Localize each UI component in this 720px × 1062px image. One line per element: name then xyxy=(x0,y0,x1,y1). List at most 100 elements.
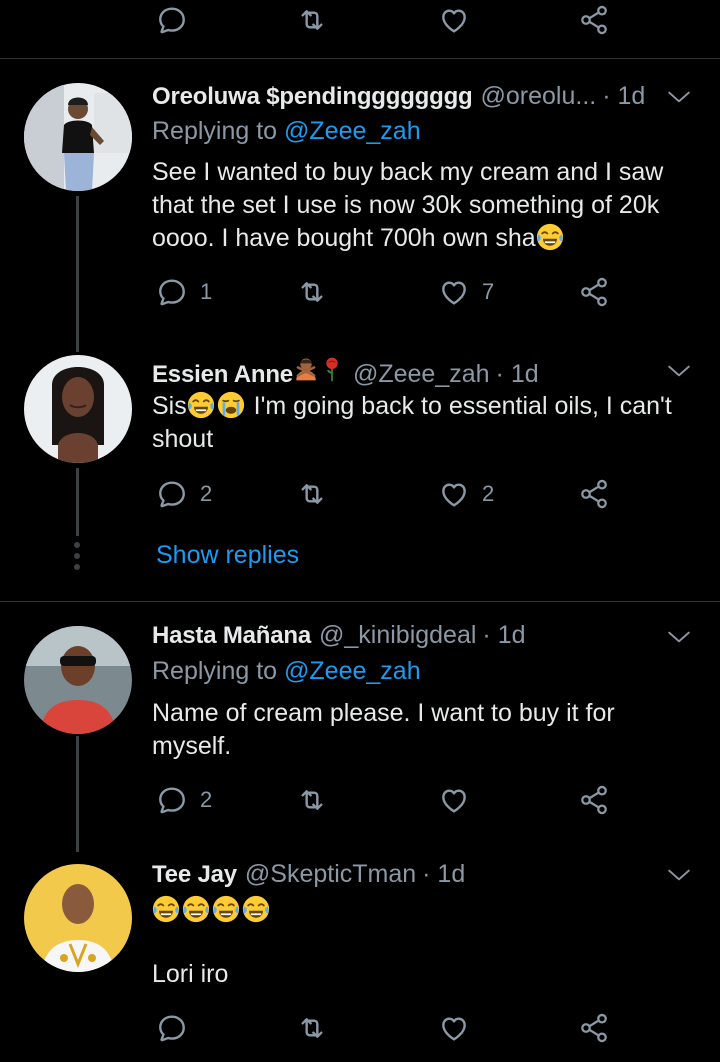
handle[interactable]: @oreolu... xyxy=(481,82,597,111)
tweet-text-line: that the set I use is now 30k something … xyxy=(152,191,660,219)
tweet-text: Name of cream please. I want to buy it f… xyxy=(152,697,680,763)
tweet-text-line: oooo. I have bought 700h own sha xyxy=(152,222,680,255)
tweet-header: Tee Jay @SkepticTman · 1d xyxy=(152,860,660,889)
tweet-text-line: Name of cream please. I want to buy it f… xyxy=(152,699,615,727)
share-icon xyxy=(578,276,610,308)
share-button[interactable] xyxy=(578,0,610,40)
loudly-crying-face-icon xyxy=(217,391,245,419)
tweet-text: Lori iro xyxy=(152,960,229,988)
face-with-tears-of-joy-icon xyxy=(182,895,210,923)
like-icon xyxy=(438,478,470,510)
handle[interactable]: @SkepticTman xyxy=(245,860,416,889)
thread-line xyxy=(76,468,79,536)
handle[interactable]: @Zeee_zah xyxy=(353,360,490,389)
reply-icon xyxy=(156,4,188,36)
share-icon xyxy=(578,4,610,36)
tweet-actions: 1 7 xyxy=(152,272,622,312)
mention-link[interactable]: @Zeee_zah xyxy=(284,657,421,685)
tweet-text: See I wanted to buy back my cream and I … xyxy=(152,156,680,255)
retweet-button[interactable] xyxy=(296,1008,328,1048)
like-icon xyxy=(438,276,470,308)
like-button[interactable]: 7 xyxy=(438,272,494,312)
top-action-bar xyxy=(152,0,622,40)
show-replies-link[interactable]: Show replies xyxy=(156,541,299,570)
tweet-text: Sis I'm going back to essential oils, I … xyxy=(152,390,680,456)
chevron-down-icon[interactable] xyxy=(666,84,692,110)
emoji-row xyxy=(152,894,680,927)
retweet-button[interactable] xyxy=(296,474,328,514)
face-with-tears-of-joy-icon xyxy=(536,223,564,251)
timestamp[interactable]: · 1d xyxy=(602,82,645,111)
like-icon xyxy=(438,4,470,36)
like-button[interactable] xyxy=(438,780,470,820)
person-gesturing-no-icon xyxy=(293,356,319,382)
thread-dots xyxy=(72,542,82,575)
replying-to: Replying to @Zeee_zah xyxy=(152,657,421,686)
like-count: 7 xyxy=(482,279,495,304)
retweet-button[interactable] xyxy=(296,780,328,820)
tweet-header: Oreoluwa $pendingggggggg @oreolu... · 1d xyxy=(152,82,660,111)
display-name[interactable]: Hasta Mañana xyxy=(152,622,311,650)
face-with-tears-of-joy-icon xyxy=(242,895,270,923)
share-button[interactable] xyxy=(578,272,610,312)
like-icon xyxy=(438,784,470,816)
tweet-header: Essien Anne @Zeee_zah · 1d xyxy=(152,356,660,389)
tweet-text-line: shout xyxy=(152,425,214,453)
replying-prefix: Replying to xyxy=(152,657,278,685)
display-name[interactable]: Oreoluwa $pendingggggggg xyxy=(152,83,473,111)
tweet-text-line: See I wanted to buy back my cream and I … xyxy=(152,158,664,186)
share-button[interactable] xyxy=(578,474,610,514)
chevron-down-icon[interactable] xyxy=(666,862,692,888)
retweet-icon xyxy=(296,4,328,36)
reply-count: 2 xyxy=(200,481,213,506)
tweet-actions xyxy=(152,1008,622,1048)
tweet-text-line: myself. xyxy=(152,732,232,760)
retweet-icon xyxy=(296,478,328,510)
share-button[interactable] xyxy=(578,780,610,820)
timestamp[interactable]: · 1d xyxy=(482,621,525,650)
reply-count: 1 xyxy=(200,279,213,304)
reply-count: 2 xyxy=(200,787,213,812)
face-with-tears-of-joy-icon xyxy=(212,895,240,923)
reply-button[interactable]: 1 xyxy=(156,272,212,312)
handle[interactable]: @_kinibigdeal xyxy=(319,621,476,650)
tweet-header: Hasta Mañana @_kinibigdeal · 1d xyxy=(152,621,660,650)
chevron-down-icon[interactable] xyxy=(666,358,692,384)
replying-to: Replying to @Zeee_zah xyxy=(152,117,421,146)
tweet-actions: 2 xyxy=(152,780,622,820)
reply-button[interactable]: 2 xyxy=(156,780,212,820)
display-name[interactable]: Tee Jay xyxy=(152,861,237,889)
avatar[interactable] xyxy=(24,626,132,734)
reply-button[interactable] xyxy=(156,0,188,40)
share-button[interactable] xyxy=(578,1008,610,1048)
avatar[interactable] xyxy=(24,83,132,191)
share-icon xyxy=(578,478,610,510)
timestamp[interactable]: · 1d xyxy=(422,860,465,889)
like-button[interactable]: 2 xyxy=(438,474,494,514)
tweet-text-line: Sis I'm going back to essential oils, I … xyxy=(152,391,672,420)
retweet-button[interactable] xyxy=(296,272,328,312)
thread-line xyxy=(76,736,79,852)
reply-icon xyxy=(156,276,188,308)
reply-icon xyxy=(156,1012,188,1044)
face-with-tears-of-joy-icon xyxy=(187,391,215,419)
avatar[interactable] xyxy=(24,355,132,463)
chevron-down-icon[interactable] xyxy=(666,624,692,650)
share-icon xyxy=(578,1012,610,1044)
reply-button[interactable]: 2 xyxy=(156,474,212,514)
reply-button[interactable] xyxy=(156,1008,188,1048)
replying-prefix: Replying to xyxy=(152,117,278,145)
avatar[interactable] xyxy=(24,864,132,972)
rose-icon xyxy=(319,356,345,382)
share-icon xyxy=(578,784,610,816)
like-button[interactable] xyxy=(438,0,470,40)
retweet-button[interactable] xyxy=(296,0,328,40)
reply-icon xyxy=(156,784,188,816)
retweet-icon xyxy=(296,276,328,308)
divider xyxy=(0,58,720,59)
display-name[interactable]: Essien Anne xyxy=(152,361,293,389)
like-button[interactable] xyxy=(438,1008,470,1048)
divider xyxy=(0,601,720,602)
mention-link[interactable]: @Zeee_zah xyxy=(284,117,421,145)
timestamp[interactable]: · 1d xyxy=(496,360,539,389)
